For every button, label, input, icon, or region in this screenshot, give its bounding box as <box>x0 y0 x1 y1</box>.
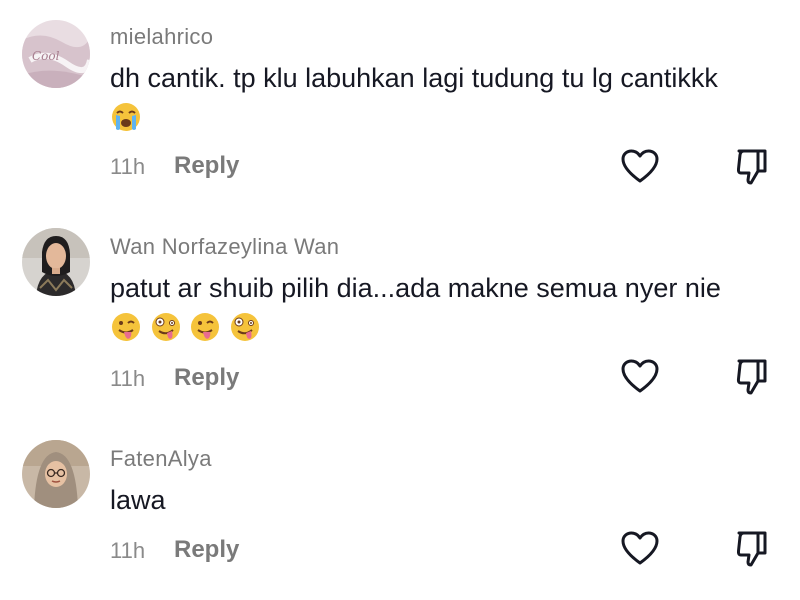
username[interactable]: Wan Norfazeylina Wan <box>110 234 339 260</box>
comment-text-body: patut ar shuib pilih dia...ada makne sem… <box>110 273 721 303</box>
winking-face-with-tongue-icon <box>191 313 220 341</box>
reply-button[interactable]: Reply <box>174 364 239 392</box>
loudly-crying-face-icon <box>112 103 140 131</box>
thumbs-down-outline-icon[interactable] <box>734 357 770 397</box>
comment-list: Cool mielahrico dh cantik. tp klu labuhk… <box>0 0 800 600</box>
comment-text-body: lawa <box>110 485 166 515</box>
comment-text: patut ar shuib pilih dia...ada makne sem… <box>110 268 730 348</box>
comment-text-body: dh cantik. tp klu labuhkan lagi tudung t… <box>110 63 718 93</box>
avatar[interactable]: Cool <box>22 20 90 88</box>
svg-text:Cool: Cool <box>32 49 60 63</box>
zany-face-icon <box>230 313 259 341</box>
thumbs-down-outline-icon[interactable] <box>734 147 770 187</box>
heart-outline-icon[interactable] <box>620 148 660 184</box>
thumbs-down-outline-icon[interactable] <box>734 529 770 569</box>
avatar[interactable] <box>22 440 90 508</box>
zany-face-icon <box>151 313 180 341</box>
winking-face-with-tongue-icon <box>112 313 140 341</box>
username[interactable]: mielahrico <box>110 24 213 50</box>
heart-outline-icon[interactable] <box>620 358 660 394</box>
avatar[interactable] <box>22 228 90 296</box>
comment-text: lawa <box>110 480 730 520</box>
heart-outline-icon[interactable] <box>620 530 660 566</box>
comment-time: 11h <box>110 538 146 563</box>
reply-button[interactable]: Reply <box>174 536 239 564</box>
username[interactable]: FatenAlya <box>110 446 212 472</box>
reply-button[interactable]: Reply <box>174 152 239 180</box>
comment-time: 11h <box>110 154 146 179</box>
comment-time: 11h <box>110 366 146 391</box>
comment-text: dh cantik. tp klu labuhkan lagi tudung t… <box>110 58 730 138</box>
